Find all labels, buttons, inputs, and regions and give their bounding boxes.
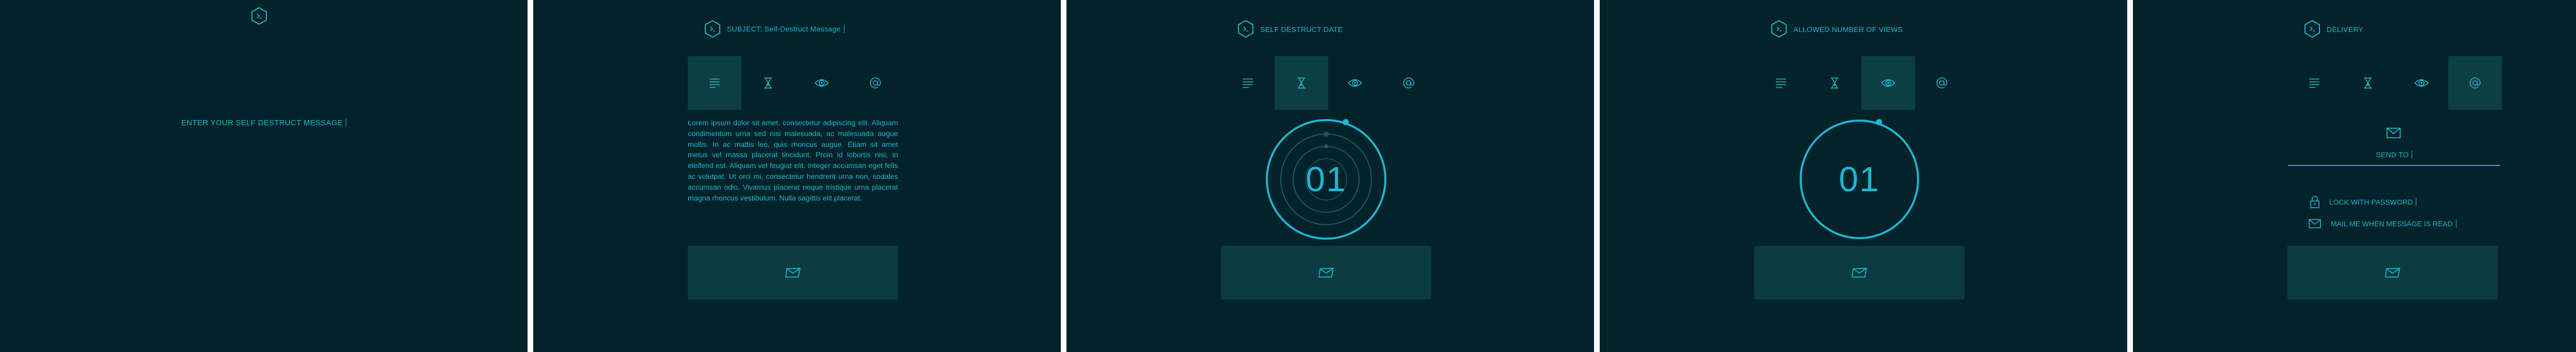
- app-logo-icon: [1236, 20, 1255, 38]
- message-body[interactable]: Lorem ipsum dolor sit amet, consectetur …: [688, 118, 898, 204]
- tab-delivery[interactable]: [849, 56, 902, 110]
- tab-bar: [2287, 56, 2502, 110]
- hourglass-icon: [1295, 76, 1308, 90]
- subject-value: Self-Destruct Message: [764, 25, 841, 33]
- tab-delivery[interactable]: [1382, 56, 1435, 110]
- date-counter: 01: [1306, 160, 1347, 199]
- views-counter: 01: [1839, 160, 1880, 199]
- lock-label: LOCK WITH PASSWORD: [2329, 198, 2413, 206]
- send-button[interactable]: [2287, 246, 2498, 299]
- at-sign-icon: [1935, 76, 1948, 90]
- hourglass-icon: [761, 76, 775, 90]
- screen-title: DELIVERY: [2327, 25, 2364, 33]
- message-lines-icon: [708, 76, 721, 90]
- message-prompt: ENTER YOUR SELF DESTRUCT MESSAGE: [181, 119, 343, 127]
- tab-views[interactable]: [1328, 56, 1382, 110]
- send-to-underline: [2288, 165, 2500, 166]
- app-logo-icon: [1770, 20, 1788, 38]
- views-screen: ALLOWED NUMBER OF VIEWS 01: [1600, 0, 2127, 352]
- tab-message[interactable]: [1754, 56, 1808, 110]
- tab-delivery[interactable]: [2448, 56, 2502, 110]
- message-screen: SUBJECT: Self-Destruct Message Lorem ips…: [533, 0, 1061, 352]
- eye-icon: [1347, 76, 1363, 90]
- mail-icon: [2308, 219, 2321, 229]
- message-input[interactable]: ENTER YOUR SELF DESTRUCT MESSAGE: [181, 119, 347, 127]
- tab-date[interactable]: [1275, 56, 1328, 110]
- message-lines-icon: [1774, 76, 1788, 90]
- tab-date[interactable]: [1808, 56, 1861, 110]
- subject-field[interactable]: SUBJECT: Self-Destruct Message: [727, 25, 844, 33]
- delivery-screen: DELIVERY SEND TO LOCK WITH PASSWORD MAIL…: [2133, 0, 2576, 352]
- tab-views[interactable]: [1861, 56, 1915, 110]
- tab-bar: [1221, 56, 1435, 110]
- tab-date[interactable]: [741, 56, 795, 110]
- compose-screen: ENTER YOUR SELF DESTRUCT MESSAGE: [0, 0, 528, 352]
- message-lines-icon: [1241, 76, 1255, 90]
- date-screen: SELF DESTRUCT DATE 01: [1066, 0, 1594, 352]
- at-sign-icon: [869, 76, 882, 90]
- send-button[interactable]: [1754, 246, 1964, 299]
- tab-message[interactable]: [1221, 56, 1275, 110]
- send-envelope-icon: [2384, 266, 2401, 279]
- hourglass-icon: [2361, 76, 2375, 90]
- send-to-field[interactable]: SEND TO: [2288, 150, 2500, 159]
- app-logo-icon: [250, 7, 268, 25]
- tab-bar: [688, 56, 902, 110]
- hourglass-icon: [1828, 76, 1841, 90]
- eye-icon: [814, 76, 829, 90]
- lock-password-option[interactable]: LOCK WITH PASSWORD: [2310, 195, 2417, 209]
- mail-notify-option[interactable]: MAIL ME WHEN MESSAGE IS READ: [2308, 219, 2456, 229]
- send-button[interactable]: [688, 246, 898, 299]
- tab-views[interactable]: [2395, 56, 2448, 110]
- mail-label: MAIL ME WHEN MESSAGE IS READ: [2331, 220, 2453, 228]
- tab-message[interactable]: [688, 56, 741, 110]
- screen-title: SELF DESTRUCT DATE: [1260, 25, 1343, 33]
- tab-date[interactable]: [2341, 56, 2395, 110]
- eye-icon: [2414, 76, 2429, 90]
- send-button[interactable]: [1221, 246, 1431, 299]
- at-sign-icon: [2468, 76, 2482, 90]
- send-envelope-icon: [1318, 266, 1334, 279]
- send-to-label: SEND TO: [2376, 150, 2409, 159]
- screen-title: ALLOWED NUMBER OF VIEWS: [1793, 25, 1903, 33]
- lock-icon: [2310, 195, 2320, 209]
- app-logo-icon: [2303, 20, 2321, 38]
- tab-bar: [1754, 56, 1969, 110]
- eye-icon: [1880, 76, 1896, 90]
- send-envelope-icon: [785, 266, 801, 279]
- message-lines-icon: [2308, 76, 2321, 90]
- envelope-icon: [2386, 127, 2401, 139]
- tab-message[interactable]: [2287, 56, 2341, 110]
- send-envelope-icon: [1851, 266, 1868, 279]
- at-sign-icon: [1402, 76, 1415, 90]
- app-logo-icon: [703, 20, 722, 38]
- subject-label: SUBJECT:: [727, 25, 762, 33]
- tab-delivery[interactable]: [1915, 56, 1969, 110]
- tab-views[interactable]: [795, 56, 849, 110]
